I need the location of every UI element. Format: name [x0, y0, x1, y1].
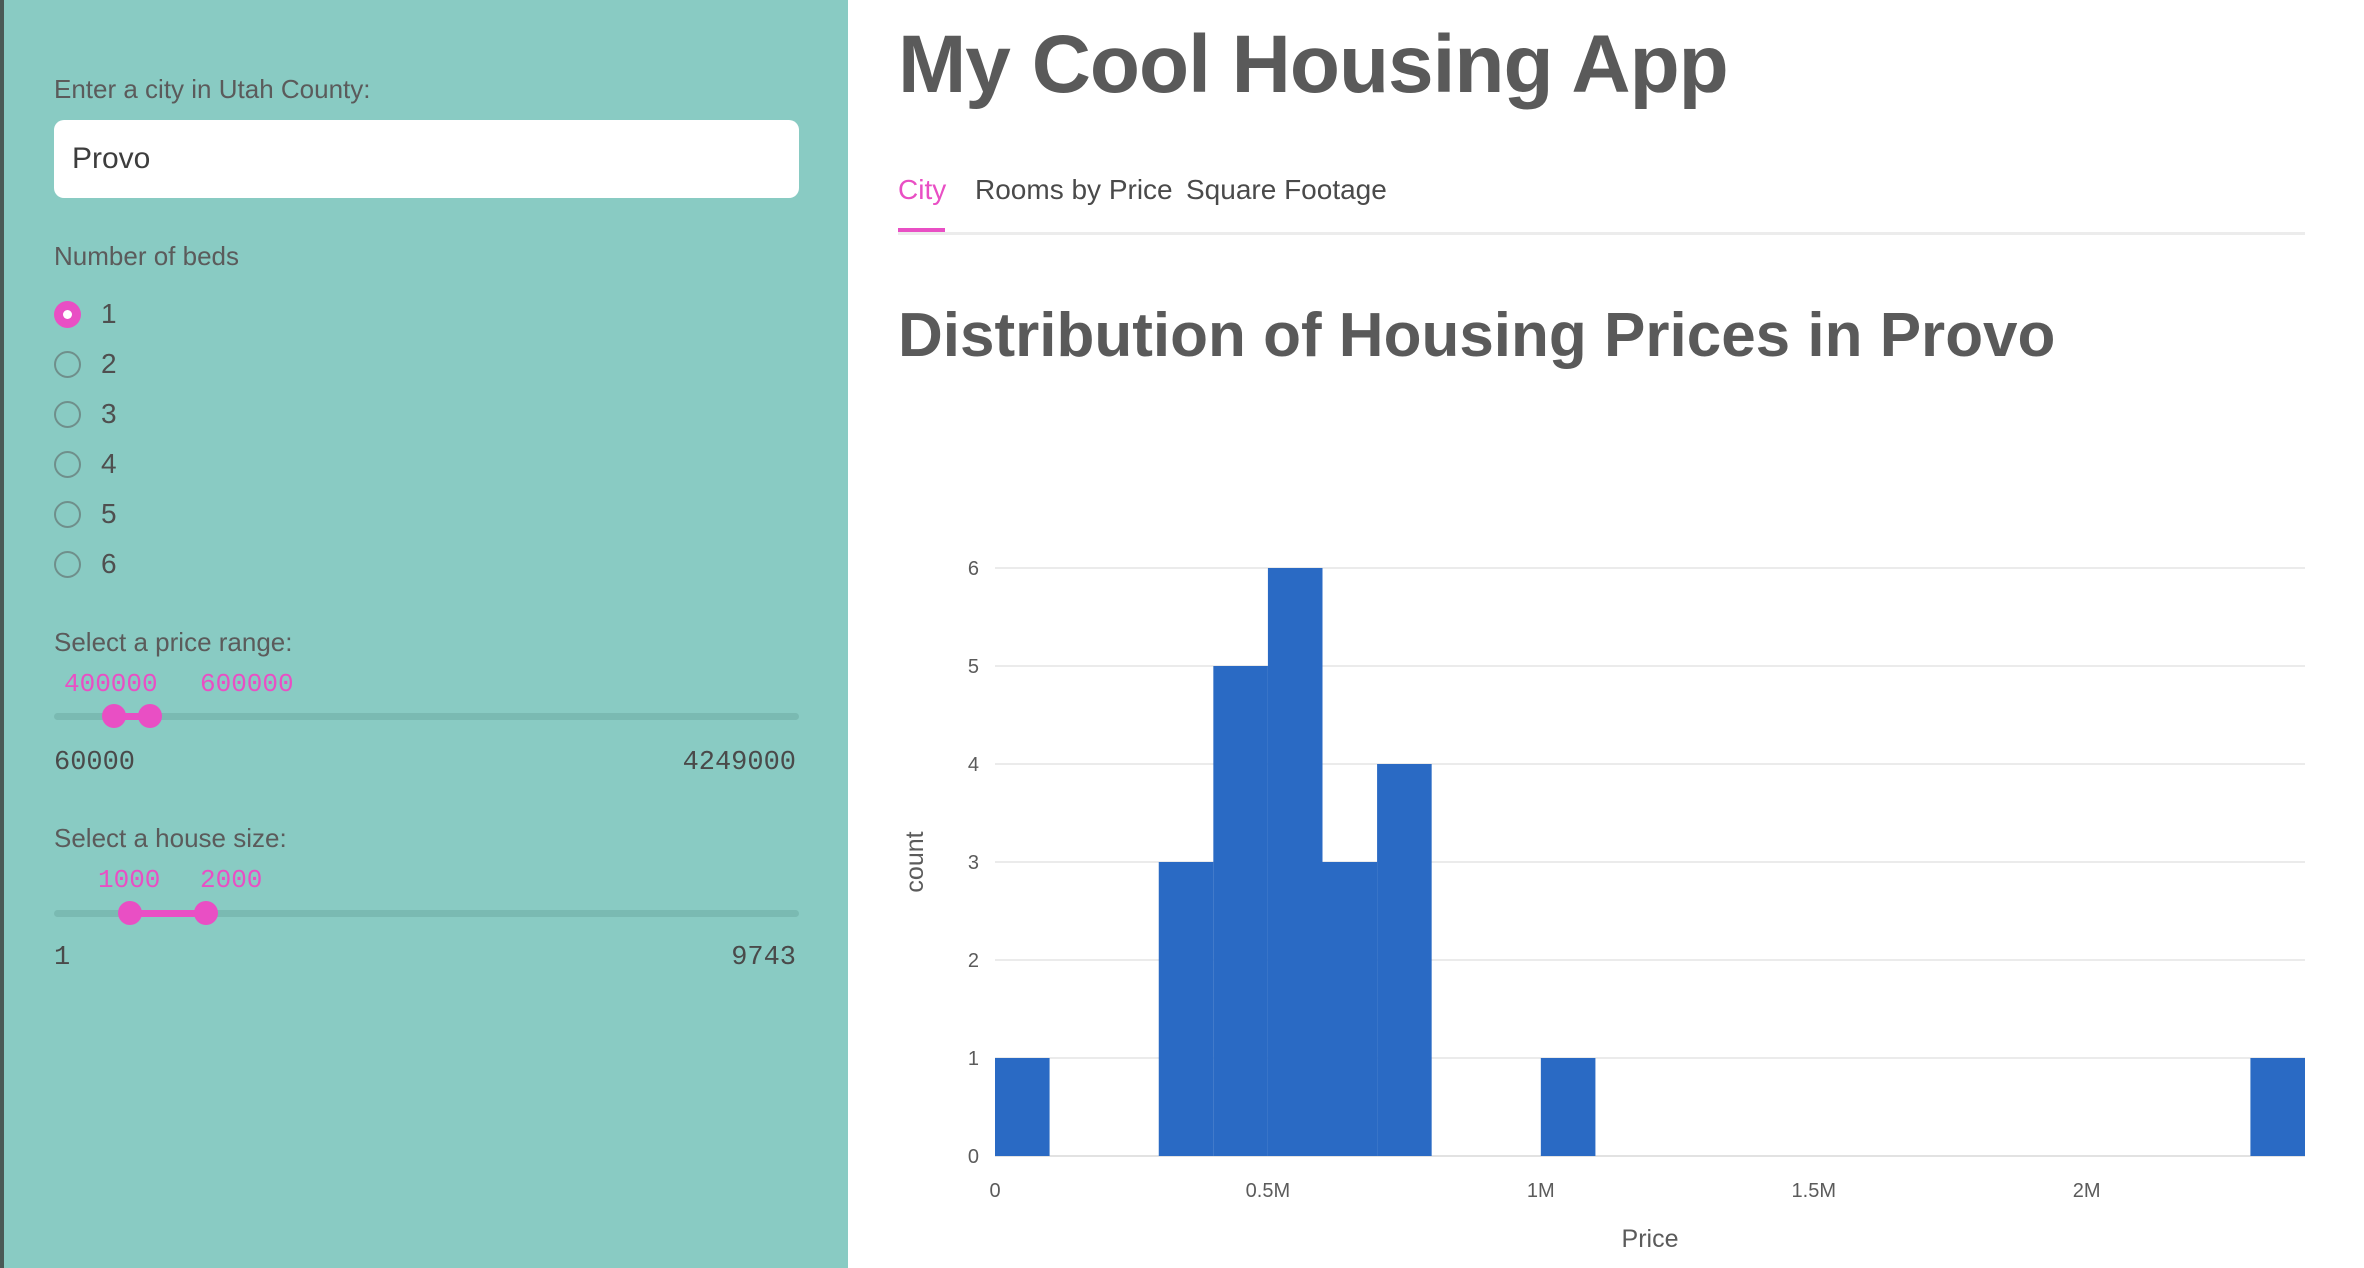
y-tick-label: 4 — [968, 754, 979, 776]
y-tick-label: 6 — [968, 558, 979, 580]
histogram-bar[interactable] — [995, 1058, 1050, 1156]
histogram-bar[interactable] — [2250, 1058, 2305, 1156]
histogram-bar[interactable] — [1158, 862, 1214, 1156]
histogram-bar[interactable] — [1377, 764, 1432, 1156]
y-tick-label: 0 — [968, 1146, 979, 1168]
y-tick-label: 1 — [968, 1048, 979, 1070]
x-tick-label: 0.5M — [1246, 1180, 1290, 1202]
x-tick-label: 1M — [1527, 1180, 1555, 1202]
x-axis-title: Price — [1622, 1225, 1679, 1253]
y-tick-label: 2 — [968, 950, 979, 972]
y-tick-label: 3 — [968, 852, 979, 874]
histogram-bar[interactable] — [1267, 568, 1323, 1156]
x-tick-label: 0 — [989, 1180, 1000, 1202]
histogram-bar[interactable] — [1540, 1058, 1596, 1156]
x-tick-label: 1.5M — [1792, 1180, 1836, 1202]
x-tick-label: 2M — [2073, 1180, 2101, 1202]
histogram-bar[interactable] — [1213, 666, 1268, 1156]
y-tick-label: 5 — [968, 656, 979, 678]
histogram-bar[interactable] — [1322, 862, 1378, 1156]
y-axis-title: count — [901, 831, 929, 892]
price-histogram: 0 1 2 3 4 5 6 0 0.5M 1M 1.5M 2M Price count — [901, 558, 2305, 1253]
